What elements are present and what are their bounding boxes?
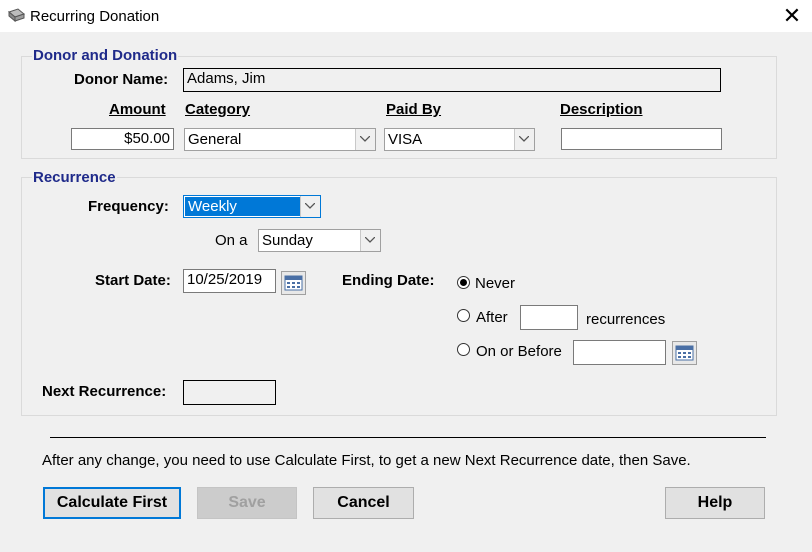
app-icon (7, 8, 26, 23)
never-radio[interactable] (457, 276, 470, 289)
calendar-icon[interactable] (281, 271, 306, 295)
next-recurrence-field (183, 380, 276, 405)
paid-by-value: VISA (388, 131, 423, 148)
category-header: Category (185, 101, 251, 118)
chevron-down-icon[interactable] (360, 230, 380, 251)
on-a-label: On a (215, 232, 248, 249)
category-value: General (188, 131, 242, 148)
donor-name-label: Donor Name: (74, 71, 169, 88)
amount-field[interactable]: $50.00 (71, 128, 174, 150)
info-text: After any change, you need to use Calcul… (42, 452, 691, 469)
donor-name-field: Adams, Jim (183, 68, 721, 92)
divider (50, 437, 766, 438)
day-select[interactable]: Sunday (258, 229, 381, 252)
frequency-select[interactable]: Weekly (183, 195, 321, 218)
on-or-before-label: On or Before (476, 343, 562, 360)
day-value: Sunday (262, 232, 313, 249)
never-label: Never (475, 275, 516, 292)
donor-section-title: Donor and Donation (32, 47, 179, 64)
chevron-down-icon[interactable] (355, 129, 375, 150)
recurrence-section-title: Recurrence (32, 169, 117, 186)
calendar-icon[interactable] (672, 341, 697, 365)
start-date-field[interactable]: 10/25/2019 (183, 269, 276, 293)
category-select[interactable]: General (184, 128, 376, 151)
help-button[interactable]: Help (665, 487, 765, 519)
window-title: Recurring Donation (30, 8, 160, 25)
next-recurrence-label: Next Recurrence: (42, 383, 167, 400)
after-count-field[interactable] (520, 305, 578, 330)
ending-date-label: Ending Date: (342, 272, 435, 289)
on-or-before-field[interactable] (573, 340, 666, 365)
chevron-down-icon[interactable] (300, 196, 320, 217)
frequency-label: Frequency: (88, 198, 169, 215)
recurrences-label: recurrences (586, 311, 666, 328)
start-date-label: Start Date: (95, 272, 171, 289)
after-label: After (476, 309, 508, 326)
amount-header: Amount (109, 101, 166, 118)
on-or-before-radio[interactable] (457, 343, 470, 356)
frequency-value: Weekly (185, 197, 300, 216)
close-icon[interactable]: ✕ (778, 2, 806, 30)
description-header: Description (560, 101, 643, 118)
save-button[interactable]: Save (197, 487, 297, 519)
paid-by-header: Paid By (386, 101, 442, 118)
after-radio[interactable] (457, 309, 470, 322)
calculate-first-button[interactable]: Calculate First (43, 487, 181, 519)
description-field[interactable] (561, 128, 722, 150)
paid-by-select[interactable]: VISA (384, 128, 535, 151)
chevron-down-icon[interactable] (514, 129, 534, 150)
cancel-button[interactable]: Cancel (313, 487, 414, 519)
